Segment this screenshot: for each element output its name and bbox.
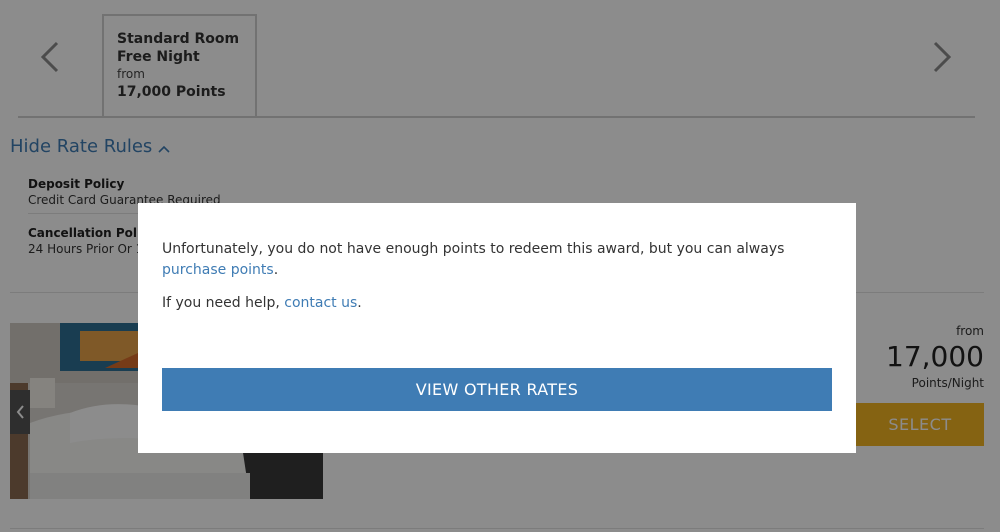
view-other-rates-button[interactable]: VIEW OTHER RATES [162, 368, 832, 411]
modal-message-end: . [273, 262, 279, 278]
purchase-points-link[interactable]: purchase points [162, 262, 274, 278]
insufficient-points-modal: Unfortunately, you do not have enough po… [138, 203, 856, 453]
modal-message: Unfortunately, you do not have enough po… [162, 239, 832, 281]
modal-help-message: If you need help, contact us. [162, 293, 832, 314]
modal-help-end: . [357, 295, 362, 311]
modal-help-text: If you need help, [162, 295, 285, 311]
contact-us-link[interactable]: contact us [284, 295, 357, 311]
modal-message-text: Unfortunately, you do not have enough po… [162, 241, 785, 257]
